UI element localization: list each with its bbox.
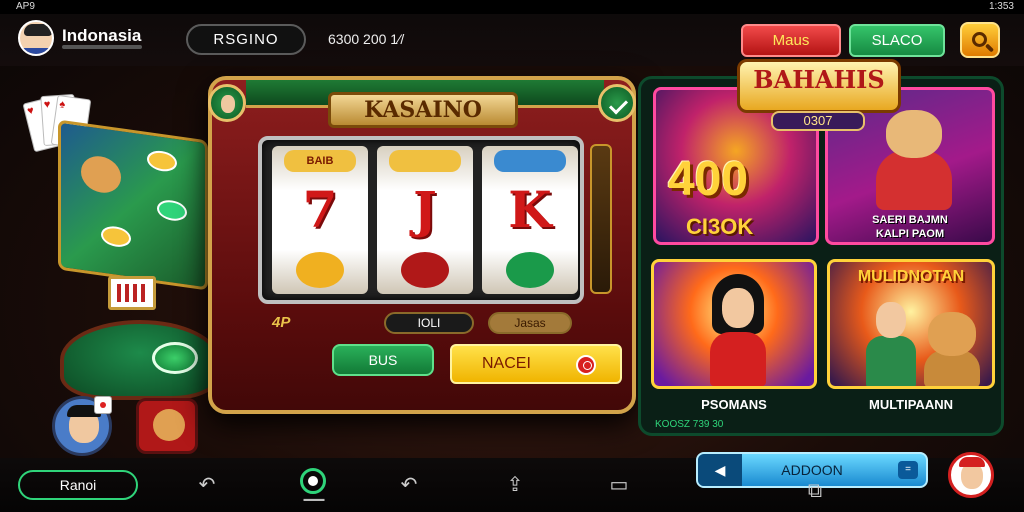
status-bar: AP9 1:353 xyxy=(0,0,1024,14)
brand-avatar-icon[interactable] xyxy=(18,20,54,56)
dice-icon xyxy=(94,396,112,414)
dog-mascot-icon xyxy=(924,312,980,386)
bus-button[interactable]: BUS xyxy=(332,344,434,376)
promo-small-note: KOOSZ 739 30 xyxy=(655,419,724,430)
tile-caption-1: SAERI BAJMN xyxy=(872,214,948,226)
home-icon[interactable] xyxy=(300,468,326,494)
status-clock: 1:353 xyxy=(988,1,1014,12)
slot-machine: KASAINO BAIB 7 J K 4P IOLI Jasas BUS NAC… xyxy=(208,76,636,414)
left-arrow-icon: ◀ xyxy=(698,454,742,486)
bull-mascot-icon xyxy=(872,110,956,210)
mascot-avatar[interactable] xyxy=(136,398,198,454)
tile-caption-2: KALPI PAOM xyxy=(875,228,945,240)
nav-pill-button[interactable]: Ranoi xyxy=(18,470,138,500)
reel-window: BAIB 7 J K xyxy=(258,136,584,304)
home-caption-bar: ▬▬▬ xyxy=(303,496,325,503)
coin-icon xyxy=(389,150,461,172)
slot-lever[interactable] xyxy=(590,144,612,294)
stat-pill-lines[interactable]: IOLI xyxy=(384,312,474,334)
upload-icon[interactable]: ⇪ xyxy=(502,472,528,498)
reel-2: J xyxy=(377,146,473,294)
clover-icon xyxy=(506,252,554,288)
back-icon[interactable]: ↶ xyxy=(396,472,422,498)
stat-pill-bets[interactable]: Jasas xyxy=(488,312,572,334)
add-on-label: ADDOON xyxy=(781,462,843,478)
coin-icon xyxy=(296,252,344,288)
promo-banner-title: BAHAHIS xyxy=(737,59,901,113)
reel-1: BAIB 7 xyxy=(272,146,368,294)
screen-icon[interactable]: ⧉ xyxy=(802,478,828,504)
jackpot-subtitle: CI3OK xyxy=(686,214,754,239)
reel-3: K xyxy=(482,146,578,294)
place-bet-button[interactable]: NACEI xyxy=(450,344,622,384)
bet-value: 4P xyxy=(272,314,291,331)
search-icon[interactable] xyxy=(960,22,1000,58)
reel-label: BAIB xyxy=(284,150,356,172)
brand-tagline-bar xyxy=(62,45,142,49)
chef-avatar[interactable] xyxy=(948,452,994,498)
place-bet-label: NACEI xyxy=(482,355,531,372)
woman-character-icon xyxy=(706,274,770,386)
reel-symbol: 7 xyxy=(302,180,338,239)
menu-icon: = xyxy=(898,461,918,479)
promo-panel: 400 CI3OK SAERI BAJMN KALPI PAOM BAHAHIS… xyxy=(638,59,1004,436)
confirm-check-icon[interactable] xyxy=(598,84,636,122)
tile-title: MULIDNOTAN xyxy=(857,268,965,285)
reel-symbol: K xyxy=(508,180,552,239)
brand-name: Indonasia xyxy=(62,26,142,45)
promo-tile-woman[interactable] xyxy=(651,259,817,389)
bet-info-row: 4P IOLI Jasas xyxy=(272,312,592,334)
spin-icon xyxy=(576,355,596,375)
side-slot-machine[interactable] xyxy=(58,119,208,291)
red-action-button[interactable]: Maus xyxy=(741,24,841,57)
game-board-icon xyxy=(108,276,156,310)
chip-icon[interactable] xyxy=(152,342,198,374)
cherry-icon xyxy=(401,252,449,288)
tile-caption-multiplayer: MULTIPAANN xyxy=(868,397,953,412)
gem-icon xyxy=(494,150,566,172)
back-icon[interactable]: ↶ xyxy=(194,472,220,498)
green-action-button[interactable]: SLACO xyxy=(849,24,945,57)
balance-display: 6300 200 1⁄/ xyxy=(328,31,405,47)
slot-title: KASAINO xyxy=(328,92,518,128)
bottom-nav: Ranoi ↶ ▬▬▬ ↶ ⇪ ▭ ◀ ADDOON = ⧉ xyxy=(0,452,1024,512)
status-left: AP9 xyxy=(16,1,35,12)
promo-banner-subtitle: 0307 xyxy=(771,111,865,131)
jackpot-amount: 400 xyxy=(668,153,749,206)
tile-caption-women: PSOMANS xyxy=(701,397,767,412)
man-character-icon xyxy=(866,302,916,386)
profile-icon[interactable] xyxy=(208,84,246,122)
reel-symbol: J xyxy=(413,180,437,239)
promo-tile-multiplayer[interactable]: MULIDNOTAN xyxy=(827,259,995,389)
recents-icon[interactable]: ▭ xyxy=(606,472,632,498)
tab-casino-button[interactable]: RSGINO xyxy=(186,24,306,55)
